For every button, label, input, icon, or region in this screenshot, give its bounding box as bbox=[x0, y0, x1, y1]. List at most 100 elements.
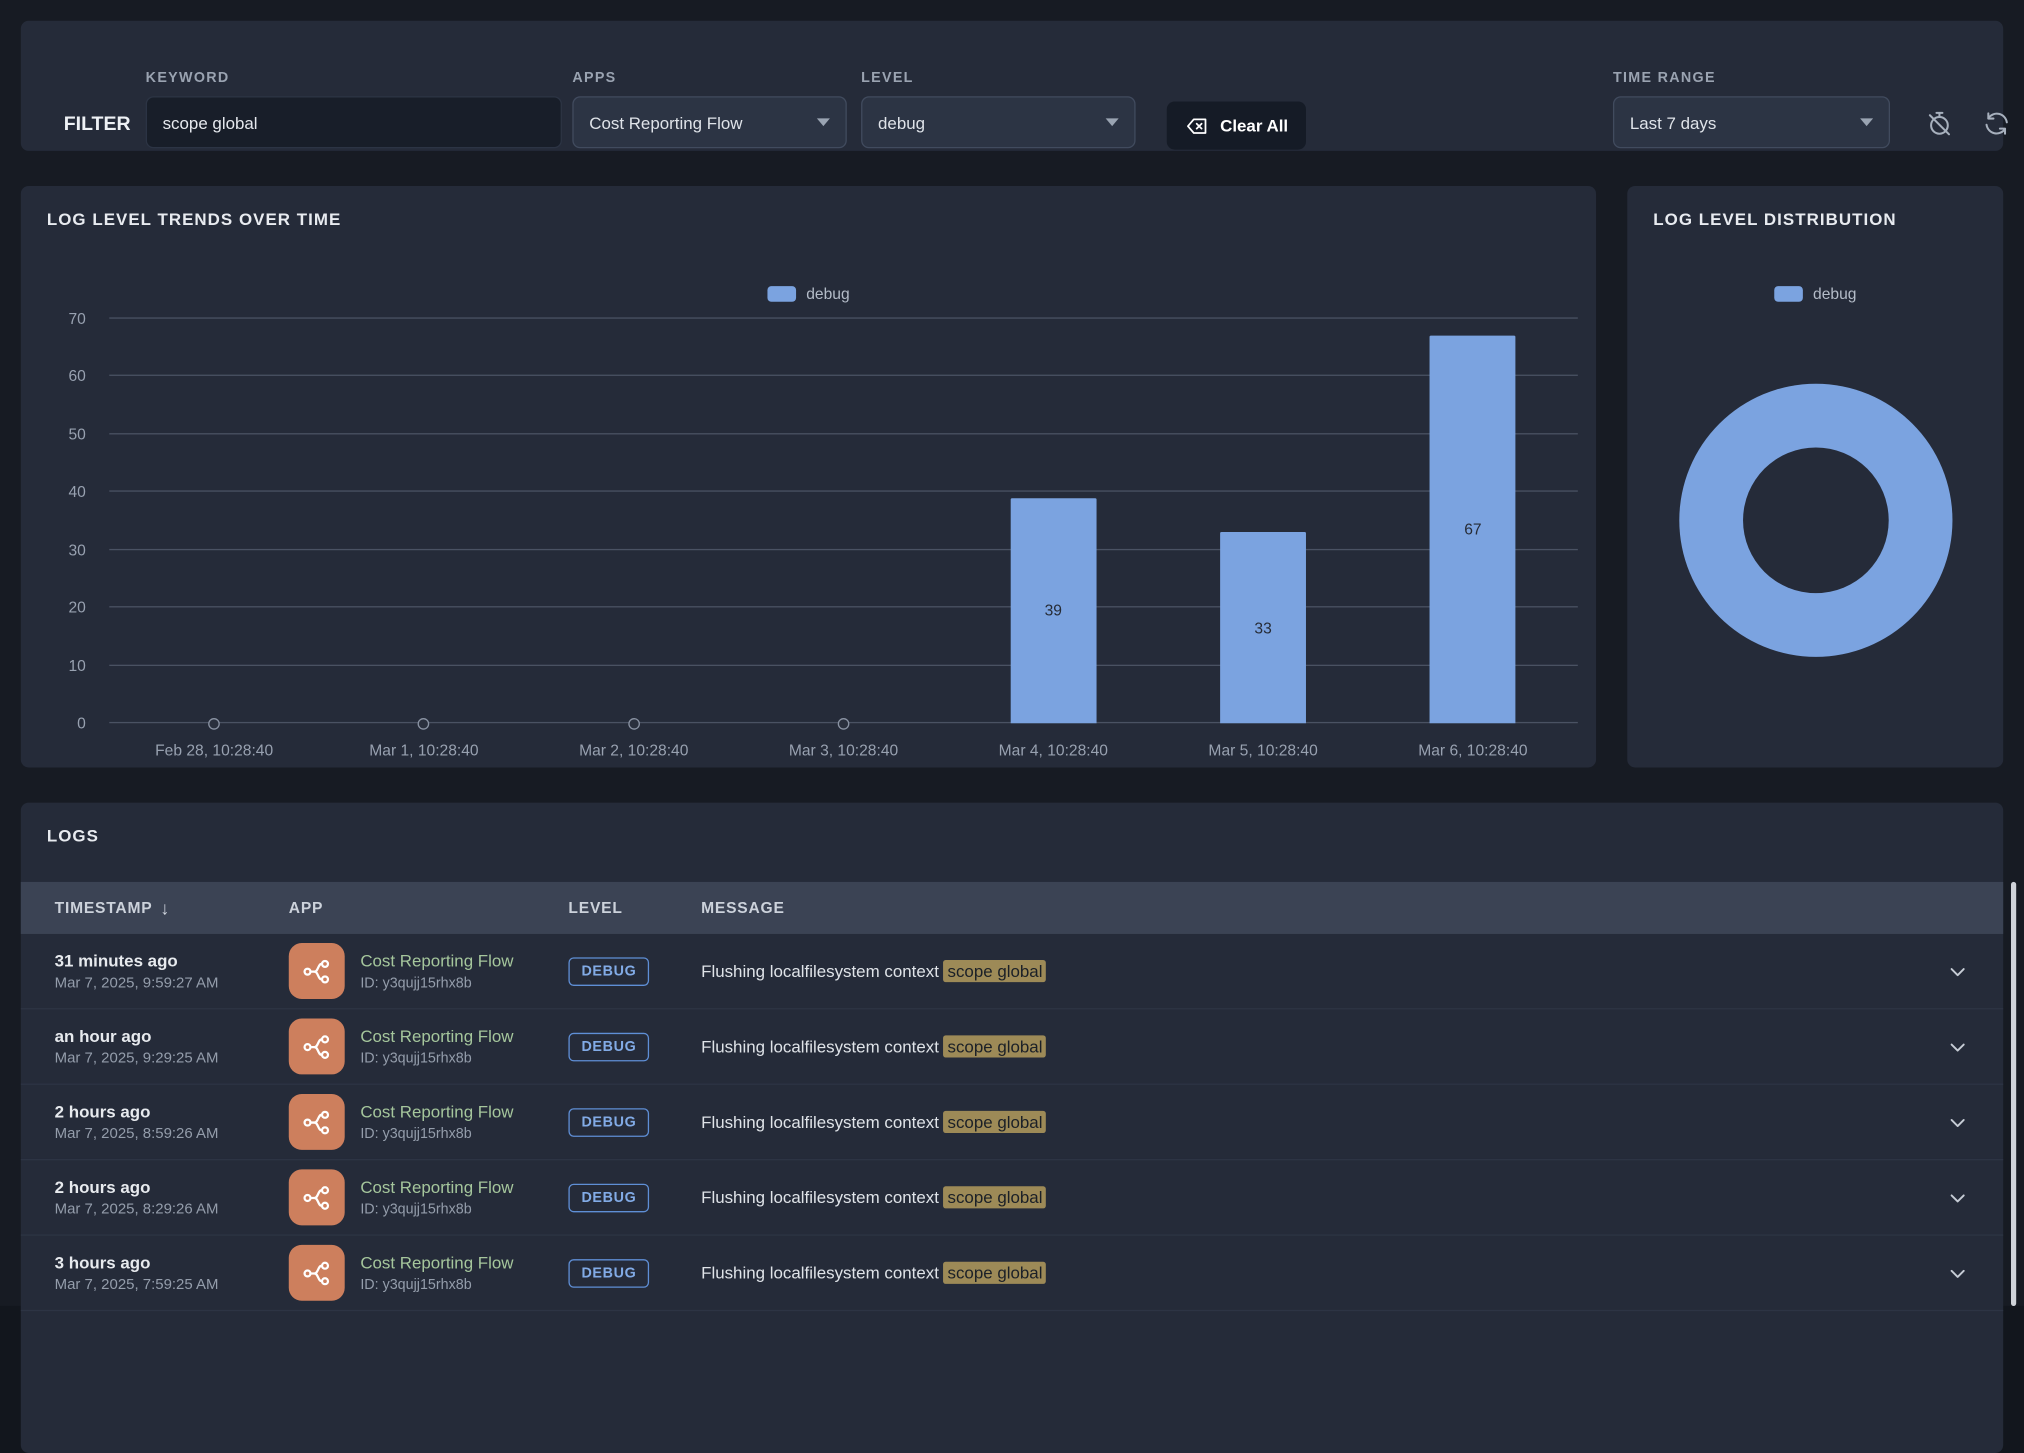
y-tick-label: 50 bbox=[68, 425, 85, 443]
app-link[interactable]: Cost Reporting Flow bbox=[360, 1102, 513, 1122]
distribution-legend[interactable]: debug bbox=[1627, 285, 2003, 303]
timestamp-cell: 2 hours ago Mar 7, 2025, 8:29:26 AM bbox=[55, 1177, 289, 1217]
app-flow-icon bbox=[289, 1169, 345, 1225]
time-range-select[interactable]: Last 7 days bbox=[1613, 96, 1890, 148]
app-id: ID: y3qujj15rhx8b bbox=[360, 1202, 513, 1218]
app-flow-icon bbox=[289, 1245, 345, 1301]
timer-off-button[interactable] bbox=[1923, 107, 1957, 141]
level-label: LEVEL bbox=[861, 70, 1135, 86]
clear-all-button[interactable]: Clear All bbox=[1167, 101, 1307, 149]
expand-row-button[interactable] bbox=[1912, 1036, 2003, 1057]
level-badge: DEBUG bbox=[568, 1258, 649, 1287]
trends-title: LOG LEVEL TRENDS OVER TIME bbox=[47, 209, 342, 229]
apps-select[interactable]: Cost Reporting Flow bbox=[572, 96, 846, 148]
timestamp-cell: an hour ago Mar 7, 2025, 9:29:25 AM bbox=[55, 1026, 289, 1066]
expand-row-button[interactable] bbox=[1912, 1112, 2003, 1133]
keyword-label: KEYWORD bbox=[146, 70, 562, 86]
bar-value-label: 39 bbox=[1045, 601, 1062, 619]
keyword-group: KEYWORD bbox=[146, 70, 562, 148]
app-cell: Cost Reporting Flow ID: y3qujj15rhx8b bbox=[289, 943, 569, 999]
column-header-app[interactable]: APP bbox=[289, 899, 569, 917]
timestamp-cell: 3 hours ago Mar 7, 2025, 7:59:25 AM bbox=[55, 1253, 289, 1293]
chevron-down-icon bbox=[1106, 118, 1119, 126]
bar[interactable]: 33 bbox=[1220, 533, 1306, 724]
keyword-input[interactable] bbox=[146, 96, 562, 148]
apps-select-value: Cost Reporting Flow bbox=[589, 113, 742, 133]
column-header-level[interactable]: LEVEL bbox=[568, 899, 701, 917]
legend-label: debug bbox=[1813, 285, 1856, 303]
sort-desc-icon: ↓ bbox=[160, 898, 170, 919]
app-link[interactable]: Cost Reporting Flow bbox=[360, 1177, 513, 1197]
timestamp-cell: 31 minutes ago Mar 7, 2025, 9:59:27 AM bbox=[55, 951, 289, 991]
chevron-down-icon bbox=[1947, 1112, 1968, 1133]
expand-row-button[interactable] bbox=[1912, 1262, 2003, 1283]
message-cell: Flushing localfilesystem context scope g… bbox=[701, 1188, 1912, 1208]
y-axis: 010203040506070 bbox=[42, 319, 99, 724]
bar-chart: 010203040506070 393367 Feb 28, 10:28:40M… bbox=[42, 319, 1578, 760]
app-flow-icon bbox=[289, 1094, 345, 1150]
relative-time: 3 hours ago bbox=[55, 1253, 289, 1273]
app-info: Cost Reporting Flow ID: y3qujj15rhx8b bbox=[360, 1177, 513, 1217]
app-link[interactable]: Cost Reporting Flow bbox=[360, 1026, 513, 1046]
message-cell: Flushing localfilesystem context scope g… bbox=[701, 1112, 1912, 1132]
relative-time: 2 hours ago bbox=[55, 1102, 289, 1122]
chevron-down-icon bbox=[1947, 1187, 1968, 1208]
x-tick-label: Mar 5, 10:28:40 bbox=[1158, 741, 1368, 759]
expand-row-button[interactable] bbox=[1912, 961, 2003, 982]
y-tick-label: 70 bbox=[68, 310, 85, 328]
table-scrollbar[interactable] bbox=[2011, 882, 2016, 1306]
column-label: APP bbox=[289, 899, 323, 917]
filter-label: FILTER bbox=[64, 113, 131, 135]
app-info: Cost Reporting Flow ID: y3qujj15rhx8b bbox=[360, 1026, 513, 1066]
refresh-button[interactable] bbox=[1980, 107, 2014, 141]
app-flow-icon bbox=[289, 1019, 345, 1075]
bar-value-label: 67 bbox=[1464, 521, 1481, 539]
refresh-icon bbox=[1982, 109, 2011, 138]
column-label: LEVEL bbox=[568, 899, 622, 917]
table-row[interactable]: an hour ago Mar 7, 2025, 9:29:25 AM Cost… bbox=[21, 1009, 2003, 1084]
x-tick-label: Mar 1, 10:28:40 bbox=[319, 741, 529, 759]
app-id: ID: y3qujj15rhx8b bbox=[360, 1277, 513, 1293]
column-label: MESSAGE bbox=[701, 899, 785, 917]
column-header-timestamp[interactable]: TIMESTAMP ↓ bbox=[55, 898, 289, 919]
logs-card: LOGS TIMESTAMP ↓ APP LEVEL MESSAGE 31 mi… bbox=[21, 803, 2003, 1453]
app-link[interactable]: Cost Reporting Flow bbox=[360, 951, 513, 971]
bar-slot bbox=[319, 319, 529, 724]
timer-off-icon bbox=[1925, 109, 1954, 138]
level-group: LEVEL debug bbox=[861, 70, 1135, 148]
app-link[interactable]: Cost Reporting Flow bbox=[360, 1253, 513, 1273]
level-cell: DEBUG bbox=[568, 1258, 701, 1287]
dashboard: FILTER KEYWORD APPS Cost Reporting Flow … bbox=[0, 0, 2024, 1306]
y-tick-label: 40 bbox=[68, 483, 85, 501]
bar-slot bbox=[739, 319, 949, 724]
message-text: Flushing localfilesystem context bbox=[701, 1037, 943, 1057]
x-tick-label: Mar 3, 10:28:40 bbox=[739, 741, 949, 759]
bar[interactable]: 39 bbox=[1010, 498, 1096, 723]
absolute-time: Mar 7, 2025, 9:59:27 AM bbox=[55, 976, 289, 992]
table-row[interactable]: 31 minutes ago Mar 7, 2025, 9:59:27 AM C… bbox=[21, 934, 2003, 1009]
table-row[interactable]: 2 hours ago Mar 7, 2025, 8:29:26 AM Cost… bbox=[21, 1160, 2003, 1235]
message-highlight: scope global bbox=[944, 1035, 1047, 1057]
message-cell: Flushing localfilesystem context scope g… bbox=[701, 1263, 1912, 1283]
log-distribution-card: LOG LEVEL DISTRIBUTION debug bbox=[1627, 186, 2003, 767]
app-info: Cost Reporting Flow ID: y3qujj15rhx8b bbox=[360, 951, 513, 991]
absolute-time: Mar 7, 2025, 9:29:25 AM bbox=[55, 1051, 289, 1067]
apps-label: APPS bbox=[572, 70, 846, 86]
bar[interactable]: 67 bbox=[1430, 336, 1516, 723]
bar-slot: 67 bbox=[1368, 319, 1578, 724]
trends-legend[interactable]: debug bbox=[21, 285, 1596, 303]
absolute-time: Mar 7, 2025, 8:29:26 AM bbox=[55, 1202, 289, 1218]
x-axis: Feb 28, 10:28:40Mar 1, 10:28:40Mar 2, 10… bbox=[109, 728, 1578, 759]
donut-chart[interactable] bbox=[1679, 384, 1952, 657]
column-header-message[interactable]: MESSAGE bbox=[701, 899, 1912, 917]
app-cell: Cost Reporting Flow ID: y3qujj15rhx8b bbox=[289, 1019, 569, 1075]
level-select[interactable]: debug bbox=[861, 96, 1135, 148]
table-row[interactable]: 2 hours ago Mar 7, 2025, 8:59:26 AM Cost… bbox=[21, 1085, 2003, 1160]
app-cell: Cost Reporting Flow ID: y3qujj15rhx8b bbox=[289, 1169, 569, 1225]
apps-group: APPS Cost Reporting Flow bbox=[572, 70, 846, 148]
table-row[interactable]: 3 hours ago Mar 7, 2025, 7:59:25 AM Cost… bbox=[21, 1236, 2003, 1311]
message-text: Flushing localfilesystem context bbox=[701, 1263, 943, 1283]
expand-row-button[interactable] bbox=[1912, 1187, 2003, 1208]
level-badge: DEBUG bbox=[568, 1032, 649, 1061]
app-info: Cost Reporting Flow ID: y3qujj15rhx8b bbox=[360, 1102, 513, 1142]
